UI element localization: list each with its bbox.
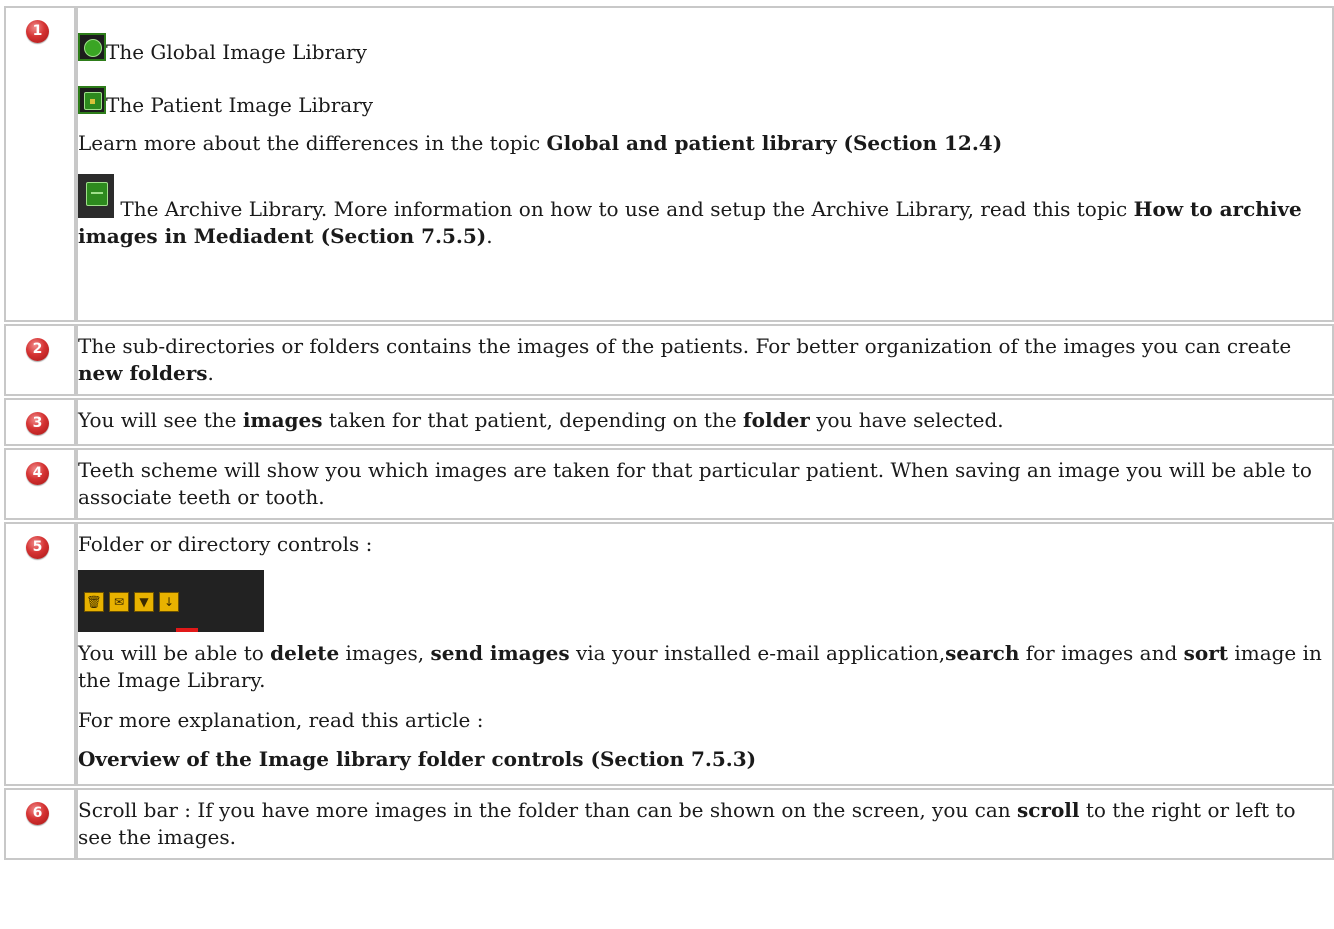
global-library-label: The Global Image Library bbox=[106, 40, 367, 64]
lock-icon bbox=[78, 86, 106, 114]
row5-s2: images, bbox=[339, 641, 431, 665]
row3-part2: taken for that patient, depending on the bbox=[322, 408, 744, 432]
filter-icon[interactable]: ▼ bbox=[134, 592, 154, 612]
number-badge-4: 4 bbox=[26, 462, 49, 485]
table-row: 2 The sub-directories or folders contain… bbox=[4, 324, 1334, 396]
archive-suffix: . bbox=[486, 224, 493, 248]
table-row: 4 Teeth scheme will show you which image… bbox=[4, 448, 1334, 520]
archive-icon bbox=[78, 174, 114, 218]
sort-down-icon[interactable]: ↓ bbox=[159, 592, 179, 612]
number-badge-2: 2 bbox=[26, 338, 49, 361]
table-row: 6 Scroll bar : If you have more images i… bbox=[4, 788, 1334, 860]
explanation-table: 1 The Global Image Library The Patient I… bbox=[4, 4, 1334, 862]
teeth-scheme-text: Teeth scheme will show you which images … bbox=[78, 458, 1312, 509]
more-explanation-text: For more explanation, read this article … bbox=[78, 708, 484, 732]
row5-s3: via your installed e-mail application, bbox=[569, 641, 946, 665]
scroll-term: scroll bbox=[1016, 798, 1080, 822]
number-badge-3: 3 bbox=[26, 412, 49, 435]
archive-text: The Archive Library. More information on… bbox=[114, 197, 1134, 221]
folder-controls-heading: Folder or directory controls : bbox=[78, 532, 373, 556]
row6-s1: Scroll bar : If you have more images in … bbox=[78, 798, 1017, 822]
globe-icon bbox=[78, 33, 106, 61]
active-indicator bbox=[176, 628, 198, 632]
row5-s4: for images and bbox=[1019, 641, 1184, 665]
number-badge-6: 6 bbox=[26, 802, 49, 825]
folder-controls-toolbar: 🗑 ✉ ▼ ↓ bbox=[78, 570, 264, 632]
table-row: 3 You will see the images taken for that… bbox=[4, 398, 1334, 446]
folder-term: folder bbox=[743, 408, 810, 432]
row2-suffix: . bbox=[207, 361, 214, 385]
row3-part3: you have selected. bbox=[809, 408, 1004, 432]
table-row: 5 Folder or directory controls : 🗑 ✉ ▼ ↓… bbox=[4, 522, 1334, 786]
subdirectories-text: The sub-directories or folders contains … bbox=[78, 334, 1292, 358]
learn-more-text: Learn more about the differences in the … bbox=[78, 131, 547, 155]
row3-part1: You will see the bbox=[78, 408, 243, 432]
images-term: images bbox=[242, 408, 323, 432]
mail-icon[interactable]: ✉ bbox=[109, 592, 129, 612]
patient-library-label: The Patient Image Library bbox=[106, 93, 374, 117]
folder-controls-link[interactable]: Overview of the Image library folder con… bbox=[78, 747, 756, 771]
row5-s1: You will be able to bbox=[78, 641, 271, 665]
delete-term: delete bbox=[270, 641, 340, 665]
number-badge-1: 1 bbox=[26, 20, 49, 43]
table-row: 1 The Global Image Library The Patient I… bbox=[4, 6, 1334, 322]
sort-term: sort bbox=[1183, 641, 1228, 665]
search-term: search bbox=[945, 641, 1020, 665]
trash-icon[interactable]: 🗑 bbox=[84, 592, 104, 612]
new-folders-term: new folders bbox=[78, 361, 208, 385]
global-patient-link[interactable]: Global and patient library (Section 12.4… bbox=[547, 131, 1003, 155]
send-images-term: send images bbox=[430, 641, 570, 665]
number-badge-5: 5 bbox=[26, 536, 49, 559]
